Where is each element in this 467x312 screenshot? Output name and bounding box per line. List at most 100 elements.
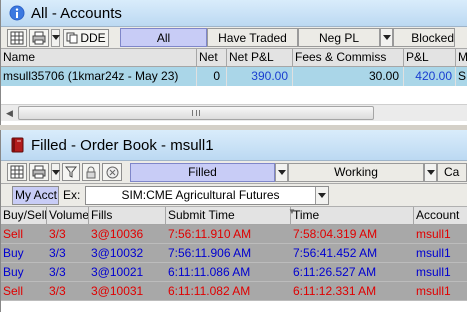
- tab-working-label: Working: [334, 165, 378, 179]
- scroll-grip-icon: [192, 110, 200, 116]
- accounts-hscrollbar[interactable]: ◀: [1, 104, 467, 121]
- account-net-pl: 390.00: [227, 67, 293, 86]
- ob-print-button[interactable]: [29, 163, 49, 181]
- info-icon: [9, 5, 25, 21]
- order-submit-time: 7:56:11.906 AM: [168, 246, 252, 260]
- col-account-header[interactable]: Account: [414, 207, 467, 224]
- tab-have-traded[interactable]: Have Traded: [207, 28, 298, 47]
- printer-icon: [32, 165, 46, 179]
- tab-all[interactable]: All: [120, 28, 207, 47]
- order-submit-time: 6:11:11.082 AM: [168, 284, 251, 298]
- lock-button[interactable]: [82, 163, 100, 181]
- accounts-title: All - Accounts: [31, 4, 122, 22]
- order-account: msull1: [416, 227, 451, 241]
- exchange-label: Ex:: [63, 188, 81, 202]
- col-submit-time-header[interactable]: Submit Time: [166, 207, 291, 224]
- order-account: msull1: [416, 284, 451, 298]
- col-fills-header[interactable]: Fills: [89, 207, 166, 224]
- table-row[interactable]: Sell 3/3 3@10036 7:56:11.910 AM 7:58:04.319 …: [1, 225, 467, 244]
- tab-neg-pl[interactable]: Neg PL: [298, 28, 380, 47]
- account-filter-bar: My Acct Ex: SIM:CME Agricultural Futures: [1, 184, 467, 207]
- my-account-toggle[interactable]: My Acct: [12, 185, 59, 205]
- grid-settings-icon: [10, 31, 24, 44]
- order-side: Sell: [3, 227, 24, 241]
- col-net-pl-header[interactable]: Net P&L: [227, 49, 293, 66]
- exchange-select[interactable]: SIM:CME Agricultural Futures: [85, 185, 329, 205]
- chevron-down-icon[interactable]: [315, 186, 328, 204]
- account-pl: 420.00: [404, 67, 456, 86]
- scroll-thumb[interactable]: [18, 106, 374, 120]
- order-fills: 3@10032: [91, 246, 144, 260]
- tab-cancelled-label: Ca: [444, 165, 460, 179]
- tab-working[interactable]: Working: [288, 162, 424, 182]
- tab-blocked[interactable]: Blocked: [393, 28, 455, 47]
- accounts-empty-area: [1, 86, 467, 104]
- order-submit-time: 6:11:11.086 AM: [168, 265, 251, 279]
- book-icon: [11, 137, 24, 153]
- lock-icon: [86, 166, 96, 178]
- cancel-order-button[interactable]: [102, 163, 122, 181]
- order-volume: 3/3: [49, 284, 66, 298]
- table-row[interactable]: Buy 3/3 3@10021 6:11:11.086 AM 6:11:26.527 A…: [1, 263, 467, 282]
- col-pl-header[interactable]: P&L: [404, 49, 456, 66]
- accounts-window: All - Accounts DDE All Have Traded Neg P…: [0, 0, 467, 125]
- neg-pl-dropdown[interactable]: [380, 28, 393, 47]
- accounts-titlebar[interactable]: All - Accounts: [1, 0, 467, 27]
- tab-all-label: All: [156, 30, 171, 45]
- cancel-icon: [106, 166, 118, 178]
- col-fees-header[interactable]: Fees & Commiss: [293, 49, 404, 66]
- order-side: Sell: [3, 284, 24, 298]
- ob-print-dropdown[interactable]: [51, 163, 60, 181]
- ob-grid-options-button[interactable]: [7, 163, 27, 181]
- order-submit-time: 7:56:11.910 AM: [168, 227, 252, 241]
- filter-button[interactable]: [62, 163, 80, 181]
- order-fills: 3@10031: [91, 284, 144, 298]
- working-dropdown[interactable]: [424, 162, 437, 182]
- table-row[interactable]: Buy 3/3 3@10032 7:56:11.906 AM 7:56:41.452 A…: [1, 244, 467, 263]
- account-row[interactable]: msull35706 (1kmar24z - May 23) 0 390.00 …: [1, 67, 467, 86]
- dde-label: DDE: [80, 30, 106, 45]
- accounts-header-row: Name Net Net P&L Fees & Commiss P&L M: [1, 49, 467, 67]
- account-name: msull35706 (1kmar24z - May 23): [1, 67, 197, 86]
- order-volume: 3/3: [49, 265, 66, 279]
- tab-blocked-label: Blocked: [411, 30, 454, 45]
- col-net-header[interactable]: Net: [197, 49, 227, 66]
- filled-dropdown[interactable]: [275, 162, 288, 182]
- order-account: msull1: [416, 246, 451, 260]
- sort-desc-icon: ▼: [288, 207, 296, 216]
- col-time-header[interactable]: Time: [291, 207, 414, 224]
- tab-filled[interactable]: Filled: [130, 162, 275, 182]
- accounts-toolbar: DDE All Have Traded Neg PL Blocked: [1, 27, 467, 49]
- order-volume: 3/3: [49, 246, 66, 260]
- order-time: 7:56:41.452 AM: [293, 246, 378, 260]
- col-side-header[interactable]: Buy/Sell: [1, 207, 47, 224]
- scroll-left-icon[interactable]: ◀: [1, 105, 18, 121]
- account-net: 0: [197, 67, 227, 86]
- tab-neg-pl-label: Neg PL: [318, 30, 360, 45]
- print-dropdown[interactable]: [51, 28, 60, 47]
- dde-button[interactable]: DDE: [63, 28, 109, 47]
- grid-options-button[interactable]: [7, 28, 27, 47]
- account-fees: 30.00: [293, 67, 404, 86]
- account-m: S: [458, 69, 467, 83]
- order-fills: 3@10036: [91, 227, 144, 241]
- col-m-header[interactable]: M: [456, 49, 467, 66]
- table-row[interactable]: Sell 3/3 3@10031 6:11:11.082 AM 6:11:12.331 …: [1, 282, 467, 301]
- orderbook-header-row: Buy/Sell Volume Fills Submit Time Time A…: [1, 207, 467, 225]
- tab-have-traded-label: Have Traded: [218, 30, 287, 45]
- order-side: Buy: [3, 265, 24, 279]
- order-volume: 3/3: [49, 227, 66, 241]
- order-time: 6:11:12.331 AM: [293, 284, 377, 298]
- order-side: Buy: [3, 246, 24, 260]
- orderbook-toolbar: Filled Working Ca: [1, 161, 467, 184]
- order-time: 6:11:26.527 AM: [293, 265, 377, 279]
- col-volume-header[interactable]: Volume: [47, 207, 89, 224]
- col-name-header[interactable]: Name: [1, 49, 197, 66]
- tab-filled-label: Filled: [188, 165, 217, 179]
- print-button[interactable]: [29, 28, 49, 47]
- grid-settings-icon: [10, 165, 24, 179]
- tab-cancelled[interactable]: Ca: [437, 162, 467, 182]
- order-list: Sell 3/3 3@10036 7:56:11.910 AM 7:58:04.319 …: [1, 225, 467, 301]
- orderbook-titlebar[interactable]: Filled - Order Book - msull1: [1, 130, 467, 161]
- order-time: 7:58:04.319 AM: [293, 227, 378, 241]
